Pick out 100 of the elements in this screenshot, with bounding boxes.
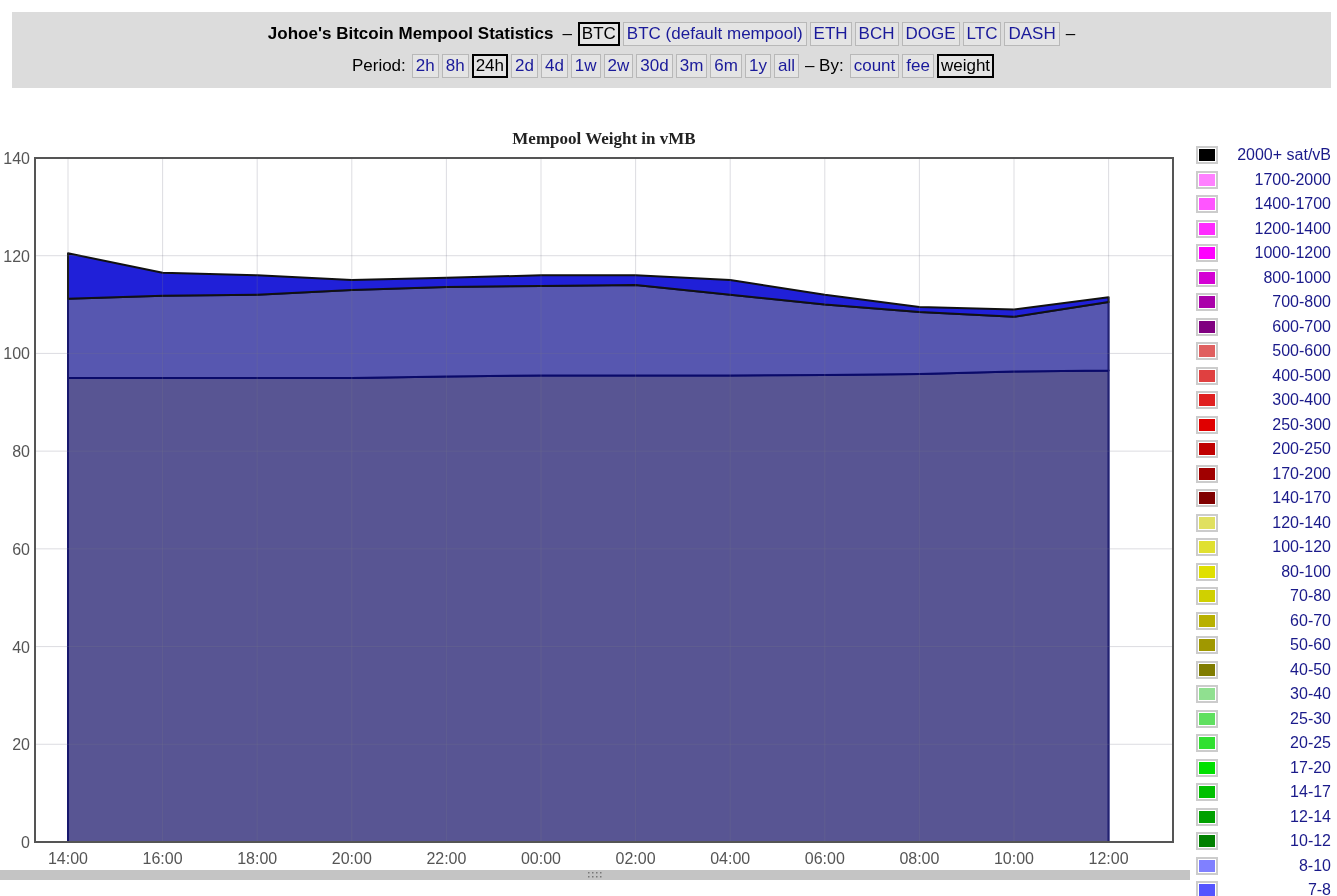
- y-axis-label: 120: [3, 247, 30, 265]
- legend-label: 40-50: [1289, 660, 1331, 679]
- legend-label: 140-170: [1271, 489, 1331, 508]
- coin-link[interactable]: DOGE: [901, 22, 960, 46]
- legend-label: 600-700: [1271, 317, 1331, 336]
- period-label: Period:: [350, 56, 407, 76]
- legend-swatch: [1196, 146, 1218, 165]
- coin-link[interactable]: DASH: [1004, 22, 1060, 46]
- legend-label: 170-200: [1271, 464, 1331, 483]
- legend-label: 50-60: [1289, 636, 1331, 655]
- legend-label: 100-120: [1271, 538, 1331, 557]
- x-axis-label: 06:00: [804, 850, 845, 867]
- legend-label: 80-100: [1280, 562, 1331, 581]
- coin-link[interactable]: BTC: [577, 22, 620, 46]
- y-axis-label: 0: [21, 834, 30, 851]
- period-link[interactable]: all: [773, 54, 799, 78]
- legend-swatch: [1196, 758, 1218, 777]
- legend-label: 120-140: [1271, 513, 1331, 532]
- legend-swatch: [1196, 317, 1218, 336]
- period-link[interactable]: 2w: [603, 54, 634, 78]
- legend-label: 200-250: [1271, 440, 1331, 459]
- legend-label: 700-800: [1271, 293, 1331, 312]
- y-axis-label: 60: [12, 540, 30, 558]
- legend-label: 12-14: [1289, 807, 1331, 826]
- legend-label: 1700-2000: [1253, 170, 1331, 189]
- y-axis-label: 140: [3, 150, 30, 167]
- y-axis-label: 20: [12, 736, 30, 754]
- metric-link[interactable]: weight: [936, 54, 995, 78]
- coin-link[interactable]: ETH: [809, 22, 852, 46]
- metric-link[interactable]: count: [849, 54, 900, 78]
- x-axis-label: 10:00: [994, 850, 1034, 867]
- legend-swatch: [1196, 881, 1218, 896]
- y-axis-label: 100: [3, 345, 30, 363]
- grip-icon[interactable]: [587, 872, 603, 878]
- legend-label: 2000+ sat/vB: [1236, 146, 1331, 165]
- x-axis-label: 04:00: [710, 850, 751, 867]
- legend-label: 1400-1700: [1253, 195, 1331, 214]
- legend-swatch: [1196, 342, 1218, 361]
- coin-link[interactable]: BTC (default mempool): [622, 22, 807, 46]
- legend-swatch: [1196, 734, 1218, 753]
- period-link[interactable]: 3m: [675, 54, 708, 78]
- period-link[interactable]: 6m: [710, 54, 742, 78]
- legend-label: 10-12: [1289, 832, 1331, 851]
- legend-swatch: [1196, 783, 1218, 802]
- legend-swatch: [1196, 293, 1218, 312]
- legend-swatch: [1196, 195, 1218, 214]
- legend-swatch: [1196, 685, 1218, 704]
- legend-swatch: [1196, 538, 1218, 557]
- period-link[interactable]: 4d: [540, 54, 568, 78]
- legend-label: 1000-1200: [1253, 244, 1331, 263]
- metric-link[interactable]: fee: [902, 54, 934, 78]
- legend-swatch: [1196, 170, 1218, 189]
- legend-label: 8-10: [1297, 856, 1331, 875]
- coin-link[interactable]: LTC: [962, 22, 1002, 46]
- legend-label: 250-300: [1271, 415, 1331, 434]
- x-axis-label: 02:00: [615, 850, 656, 867]
- legend-swatch: [1196, 391, 1218, 410]
- chart-title: Mempool Weight in vMB: [512, 129, 696, 148]
- legend-swatch: [1196, 807, 1218, 826]
- period-link[interactable]: 30d: [636, 54, 673, 78]
- legend-swatch: [1196, 562, 1218, 581]
- legend-swatch: [1196, 366, 1218, 385]
- legend-label: 17-20: [1289, 758, 1331, 777]
- legend-swatch: [1196, 464, 1218, 483]
- legend-label: 7-8: [1306, 881, 1331, 896]
- legend-label: 60-70: [1289, 611, 1331, 630]
- period-link[interactable]: 8h: [441, 54, 469, 78]
- legend-label: 300-400: [1271, 391, 1331, 410]
- legend-label: 500-600: [1271, 342, 1331, 361]
- legend-swatch: [1196, 587, 1218, 606]
- legend-swatch: [1196, 219, 1218, 238]
- period-link[interactable]: 1y: [744, 54, 771, 78]
- separator-text: –: [1064, 24, 1077, 44]
- x-axis-label: 12:00: [1088, 850, 1129, 867]
- legend-swatch: [1196, 415, 1218, 434]
- x-axis-label: 00:00: [521, 850, 561, 867]
- legend-swatch: [1196, 709, 1218, 728]
- period-link[interactable]: 2d: [511, 54, 538, 78]
- legend-label: 14-17: [1289, 783, 1331, 802]
- legend-swatch: [1196, 268, 1218, 287]
- period-link[interactable]: 1w: [570, 54, 601, 78]
- period-link[interactable]: 2h: [411, 54, 439, 78]
- coin-link[interactable]: BCH: [854, 22, 899, 46]
- by-label: – By:: [803, 56, 845, 76]
- legend-swatch: [1196, 489, 1218, 508]
- x-axis-label: 16:00: [142, 850, 183, 867]
- period-link[interactable]: 24h: [471, 54, 508, 78]
- page-title: Johoe's Bitcoin Mempool Statistics: [266, 24, 555, 44]
- separator-text: –: [561, 24, 573, 44]
- legend-label: 70-80: [1289, 587, 1331, 606]
- legend-swatch: [1196, 440, 1218, 459]
- legend-swatch: [1196, 611, 1218, 630]
- legend-label: 800-1000: [1262, 268, 1331, 287]
- y-axis-label: 40: [12, 638, 30, 656]
- x-axis-label: 08:00: [899, 850, 940, 867]
- legend-swatch: [1196, 856, 1218, 875]
- legend-swatch: [1196, 832, 1218, 851]
- y-axis-label: 80: [12, 443, 30, 461]
- x-axis-label: 20:00: [331, 850, 372, 867]
- legend-swatch: [1196, 660, 1218, 679]
